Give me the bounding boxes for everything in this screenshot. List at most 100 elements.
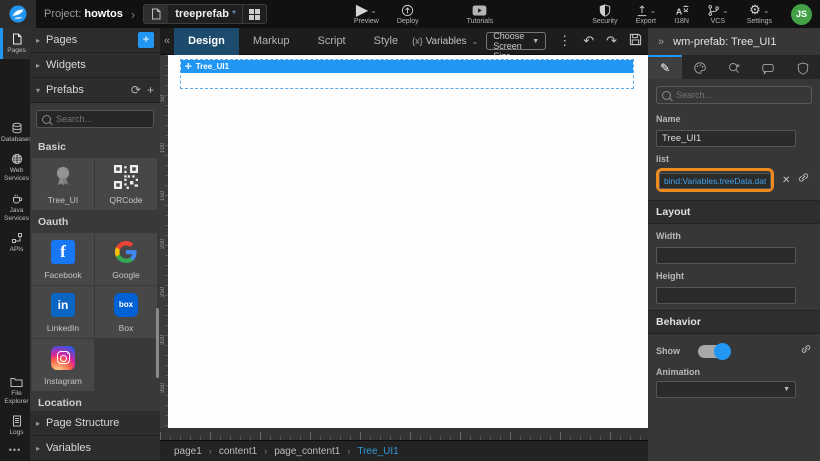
- rail-item-databases[interactable]: Databases: [0, 117, 30, 148]
- panel-row-widgets[interactable]: ▸ Widgets: [30, 53, 160, 78]
- rail-more-button[interactable]: •••: [0, 441, 30, 461]
- tab-script[interactable]: Script: [304, 28, 360, 55]
- height-field-label: Height: [656, 271, 812, 281]
- prefab-tile-box[interactable]: box Box: [95, 286, 157, 338]
- name-field[interactable]: [656, 130, 796, 147]
- prefab-tile-google[interactable]: Google: [95, 233, 157, 285]
- breadcrumb-page-content1[interactable]: page_content1: [274, 446, 340, 457]
- tutorials-button[interactable]: Tutorials: [458, 0, 503, 28]
- security-button[interactable]: Security: [583, 0, 626, 28]
- panel-row-pages[interactable]: ▸ Pages +: [30, 28, 160, 53]
- show-toggle[interactable]: [698, 345, 730, 358]
- tab-events[interactable]: [717, 55, 751, 79]
- prefab-tile-qrcode[interactable]: QRCode: [95, 158, 157, 210]
- breadcrumb-content1[interactable]: content1: [219, 446, 257, 457]
- translate-icon: A: [675, 4, 689, 17]
- width-field[interactable]: [656, 247, 796, 264]
- collapse-properties-button[interactable]: »: [654, 36, 668, 48]
- tab-messages[interactable]: [751, 55, 785, 79]
- preview-button[interactable]: ▶⌄ Preview: [345, 0, 388, 28]
- selected-widget-tree-ui1[interactable]: ✛ Tree_UI1: [180, 59, 634, 89]
- tab-styles[interactable]: [682, 55, 716, 79]
- coffee-icon: [11, 193, 23, 205]
- chevron-down-icon: ⌄: [370, 6, 377, 15]
- svg-text:A: A: [676, 6, 683, 16]
- chevron-down-icon: ⌄: [650, 6, 657, 15]
- tab-markup[interactable]: Markup: [239, 28, 304, 55]
- chevron-right-icon: ›: [264, 446, 267, 456]
- widget-selection-bar[interactable]: ✛ Tree_UI1: [181, 60, 633, 73]
- more-options-button[interactable]: ⋮: [552, 33, 577, 49]
- caret-right-icon: ▸: [36, 444, 46, 453]
- height-field[interactable]: [656, 287, 796, 304]
- canvas-area: « Design Markup Script Style {x} Variabl…: [160, 28, 648, 461]
- rail-item-java-services[interactable]: Java Services: [0, 188, 30, 227]
- rail-item-apis[interactable]: APIs: [0, 227, 30, 258]
- prefab-list: Basic Tree_UI QRCode Oauth f Facebook: [30, 103, 160, 411]
- caret-down-icon: ▾: [36, 86, 46, 95]
- facebook-icon: f: [51, 240, 75, 264]
- vcs-button[interactable]: ⌄ VCS: [698, 0, 738, 28]
- properties-search[interactable]: [656, 86, 812, 104]
- panel-row-page-structure[interactable]: ▸ Page Structure: [30, 411, 160, 436]
- bind-button[interactable]: [797, 171, 810, 189]
- chevron-right-icon: ›: [209, 446, 212, 456]
- export-button[interactable]: ⌄ Export: [627, 0, 666, 28]
- deploy-icon: [401, 4, 414, 17]
- name-field-label: Name: [656, 114, 812, 124]
- undo-button[interactable]: ↶: [577, 33, 600, 49]
- prefab-tile-tree-ui[interactable]: Tree_UI: [32, 158, 94, 210]
- left-panel: ▸ Pages + ▸ Widgets ▾ Prefabs ⟳ + Basic …: [30, 28, 160, 461]
- tab-security[interactable]: [786, 55, 820, 79]
- tab-style[interactable]: Style: [360, 28, 412, 55]
- page-switcher-button[interactable]: [242, 5, 266, 23]
- list-bind-field[interactable]: [659, 173, 771, 189]
- panel-row-prefabs[interactable]: ▾ Prefabs ⟳ +: [30, 78, 160, 103]
- tab-properties[interactable]: ✎: [648, 55, 682, 79]
- breadcrumb-page1[interactable]: page1: [174, 446, 202, 457]
- deploy-button[interactable]: Deploy: [388, 0, 428, 28]
- logs-icon: [11, 415, 23, 427]
- collapse-left-panel-button[interactable]: «: [160, 35, 174, 47]
- refresh-prefabs-button[interactable]: ⟳: [131, 83, 141, 97]
- settings-button[interactable]: ⚙⌄ Settings: [738, 0, 781, 28]
- rail-item-logs[interactable]: Logs: [0, 410, 30, 441]
- bind-show-button[interactable]: [800, 342, 812, 360]
- chat-icon: [761, 62, 775, 75]
- chevron-right-icon: ›: [131, 7, 135, 22]
- redo-button[interactable]: ↷: [600, 33, 623, 49]
- clear-binding-button[interactable]: ✕: [782, 175, 790, 186]
- tab-design[interactable]: Design: [174, 28, 239, 55]
- i18n-button[interactable]: A I18N: [665, 0, 698, 28]
- dropdown-arrow-icon: ▼: [783, 386, 790, 393]
- rail-item-pages[interactable]: Pages: [0, 28, 30, 59]
- user-avatar[interactable]: JS: [791, 4, 812, 25]
- design-canvas[interactable]: ✛ Tree_UI1: [168, 55, 648, 428]
- save-button[interactable]: [623, 33, 648, 49]
- breadcrumb-tree-ui1[interactable]: Tree_UI1: [357, 446, 398, 457]
- prefab-search[interactable]: [36, 110, 154, 128]
- panel-scrollbar[interactable]: [156, 308, 159, 378]
- prefab-search-input[interactable]: [56, 114, 148, 124]
- variables-dropdown[interactable]: {x} Variables ⌄: [412, 36, 478, 47]
- app-logo[interactable]: [0, 0, 36, 28]
- prefab-tile-linkedin[interactable]: in LinkedIn: [32, 286, 94, 338]
- grid-icon: [249, 9, 260, 20]
- prefab-tile-facebook[interactable]: f Facebook: [32, 233, 94, 285]
- add-prefab-button[interactable]: +: [147, 83, 154, 97]
- chevron-right-icon: ›: [347, 446, 350, 456]
- screen-size-select[interactable]: -- Choose Screen Size -- ▼: [486, 32, 546, 50]
- chevron-down-icon: ⌄: [472, 37, 479, 46]
- animation-select[interactable]: ▼: [656, 381, 796, 398]
- panel-row-variables[interactable]: ▸ Variables: [30, 436, 160, 461]
- current-page-box[interactable]: treeprefab *: [143, 4, 267, 24]
- caret-right-icon: ▸: [36, 61, 46, 70]
- breadcrumb: page1 › content1 › page_content1 › Tree_…: [160, 440, 648, 461]
- move-icon: ✛: [185, 62, 192, 71]
- rail-item-web-services[interactable]: Web Services: [0, 148, 30, 187]
- caret-right-icon: ▸: [36, 419, 46, 428]
- rail-item-file-explorer[interactable]: File Explorer: [0, 372, 30, 410]
- properties-search-input[interactable]: [676, 90, 806, 100]
- add-page-button[interactable]: +: [138, 32, 154, 48]
- prefab-tile-instagram[interactable]: Instagram: [32, 339, 94, 391]
